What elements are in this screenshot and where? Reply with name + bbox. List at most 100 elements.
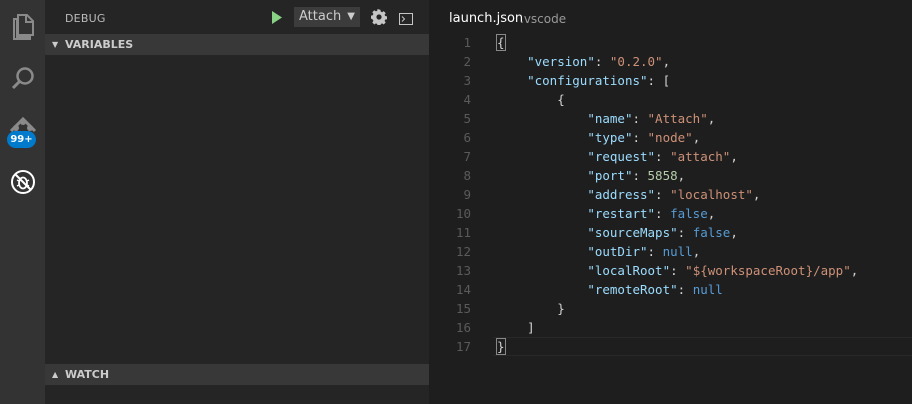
line-number: 10: [455, 206, 471, 221]
code-area[interactable]: { "version": "0.2.0", "configurations": …: [493, 33, 912, 356]
code-token: ,: [677, 168, 686, 183]
code-line: "port": 5858,: [497, 166, 912, 185]
code-token: :: [655, 187, 671, 202]
code-token: "configurations": [527, 73, 648, 88]
code-token: }: [497, 301, 565, 316]
code-token: false: [670, 206, 708, 221]
line-number: 4: [463, 92, 471, 107]
code-token: "request": [587, 149, 656, 164]
terminal-icon: [399, 13, 413, 25]
debug-icon[interactable]: [6, 165, 39, 198]
code-token: "localhost": [670, 187, 753, 202]
code-token: :: [647, 244, 663, 259]
code-token: :: [632, 111, 648, 126]
debug-toolbar: DEBUG Attach ▼: [45, 0, 429, 34]
editor-title: launch.json: [449, 11, 524, 26]
code-line: "address": "localhost",: [497, 185, 912, 204]
code-token: "Attach": [647, 111, 708, 126]
launch-configuration-select[interactable]: Attach ▼: [294, 7, 360, 27]
line-number: 13: [455, 263, 471, 278]
code-token: :: [655, 206, 671, 221]
line-number: 1: [463, 35, 471, 50]
code-token: ,: [707, 206, 716, 221]
code-token: "type": [587, 130, 633, 145]
code-token: : [: [647, 73, 671, 88]
code-token: {: [496, 34, 506, 51]
line-number: 6: [463, 130, 471, 145]
code-token: :: [632, 168, 648, 183]
debug-console-button[interactable]: [399, 10, 413, 25]
chevron-down-icon: ▼: [347, 11, 355, 22]
code-line: {: [496, 33, 912, 52]
code-token: :: [677, 282, 693, 297]
code-token: "name": [587, 111, 633, 126]
code-token: ,: [730, 149, 738, 164]
line-number: 2: [463, 54, 471, 69]
line-number: 5: [463, 111, 471, 126]
code-token: "${workspaceRoot}/app": [685, 263, 851, 278]
code-token: ,: [692, 244, 701, 259]
code-token: null: [662, 244, 693, 259]
line-number: 12: [455, 244, 471, 259]
expand-arrow-icon: ▲: [52, 370, 59, 379]
line-number: 9: [463, 187, 471, 202]
code-token: ,: [752, 187, 761, 202]
configuration-value: Attach: [299, 9, 342, 24]
code-token: "sourceMaps": [587, 225, 678, 240]
debug-sidebar: DEBUG Attach ▼ ▼ VARIABLES ▲ WATCH: [45, 0, 429, 404]
code-token: false: [692, 225, 731, 240]
line-number: 11: [455, 225, 471, 240]
code-token: "node": [647, 130, 693, 145]
code-line: "outDir": null,: [497, 242, 912, 261]
code-token: :: [677, 225, 693, 240]
code-token: ,: [692, 130, 701, 145]
start-debugging-button[interactable]: [269, 9, 285, 25]
line-number: 17: [455, 339, 471, 354]
code-token: "restart": [587, 206, 656, 221]
line-number: 8: [463, 168, 471, 183]
code-token: "attach": [670, 149, 731, 164]
play-icon: [272, 10, 282, 24]
code-token: "version": [527, 54, 595, 69]
git-badge: 99+: [7, 131, 36, 148]
line-number: 3: [463, 73, 471, 88]
code-line: "name": "Attach",: [497, 109, 912, 128]
watch-section-header[interactable]: ▲ WATCH: [45, 364, 429, 385]
code-token: }: [496, 338, 506, 355]
code-line: "localRoot": "${workspaceRoot}/app",: [497, 261, 912, 280]
activity-bar: 99+: [0, 0, 45, 404]
line-number: 7: [463, 149, 471, 164]
search-icon[interactable]: [6, 61, 39, 94]
code-line: {: [497, 90, 912, 109]
gear-icon: [370, 8, 388, 26]
code-token: :: [655, 149, 671, 164]
code-line: }: [497, 299, 912, 318]
variables-section-header[interactable]: ▼ VARIABLES: [45, 34, 429, 55]
code-line: "type": "node",: [497, 128, 912, 147]
code-token: :: [632, 130, 648, 145]
open-launch-json-button[interactable]: [370, 8, 388, 26]
code-token: 5858: [647, 168, 678, 183]
code-token: ,: [707, 111, 716, 126]
code-token: :: [594, 54, 610, 69]
code-token: ]: [497, 320, 535, 335]
explorer-icon[interactable]: [6, 10, 39, 43]
code-token: "remoteRoot": [587, 282, 678, 297]
code-token: :: [670, 263, 686, 278]
code-token: ,: [730, 225, 738, 240]
line-number: 14: [455, 282, 471, 297]
code-token: "outDir": [587, 244, 648, 259]
code-line: "version": "0.2.0",: [497, 52, 912, 71]
code-line: }: [493, 337, 912, 356]
code-line: "restart": false,: [497, 204, 912, 223]
